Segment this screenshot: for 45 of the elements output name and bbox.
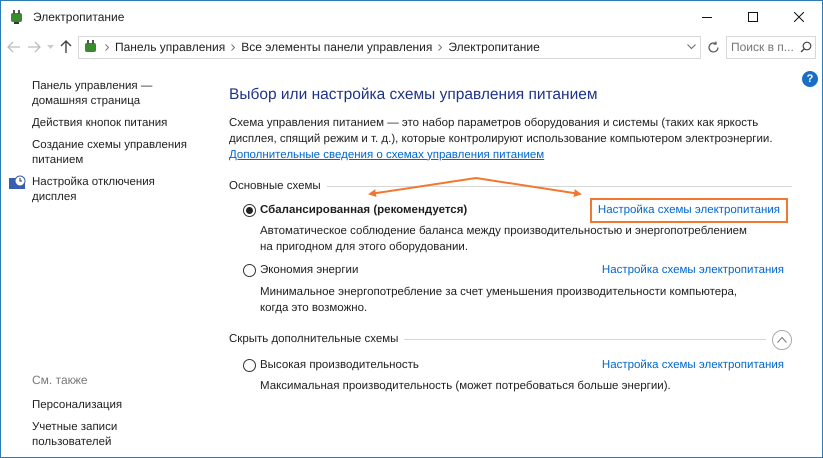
minimize-icon[interactable] (702, 16, 712, 18)
scheme-name: Экономия энергии (260, 263, 358, 278)
chevron-right-icon (105, 44, 109, 50)
sidebar-link[interactable]: Настройка отключения дисплея (32, 175, 189, 205)
search-field[interactable]: Поиск в п... (726, 36, 816, 58)
page-heading: Выбор или настройка схемы управления питанием (229, 86, 599, 105)
radio-button[interactable] (243, 264, 256, 278)
description-text: Схема управления питанием — это набор параметров оборудования и системы (таких как яркость дисплея, спящий режим и т. д.), которые контролируют использование компьютером электроэнергии. (229, 116, 774, 147)
chevron-up-icon (777, 336, 787, 343)
chevron-down-icon[interactable] (687, 44, 696, 50)
breadcrumb-item[interactable]: Все элементы панели управления (241, 38, 432, 56)
sidebar-link[interactable]: Действия кнопок питания (32, 116, 168, 131)
power-plug-icon (83, 39, 99, 55)
refresh-icon[interactable] (707, 40, 720, 54)
plan-settings-link[interactable]: Настройка схемы электропитания (602, 356, 784, 374)
sidebar-link[interactable]: Учетные записи пользователей (32, 420, 189, 450)
collapse-button[interactable] (772, 330, 792, 350)
group-heading: Основные схемы (229, 178, 321, 194)
sidebar-link[interactable]: Создание схемы управления питанием (32, 138, 189, 168)
plan-settings-link[interactable]: Настройка схемы электропитания (602, 262, 784, 280)
breadcrumb-item[interactable]: Панель управления (115, 38, 226, 56)
scheme-description: Автоматическое соблюдение баланса между производительностью и энергопотреблением на пригодном для этого оборудовании. (260, 224, 748, 256)
info-link[interactable]: Дополнительные сведения о схемах управления питанием (229, 148, 544, 161)
chevron-right-icon (438, 44, 442, 50)
monitor-clock-icon (9, 175, 27, 191)
breadcrumb-item[interactable]: Электропитание (448, 38, 540, 56)
chevron-right-icon (231, 44, 236, 50)
address-bar[interactable]: Панель управления Все элементы панели управления Электропитание (78, 36, 701, 58)
search-icon (800, 40, 812, 52)
help-button[interactable]: ? (802, 71, 818, 87)
group-heading: Скрыть дополнительные схемы (229, 332, 398, 347)
scheme-name: Сбалансированная (рекомендуется) (260, 203, 468, 218)
radio-button[interactable] (243, 358, 256, 372)
radio-button[interactable] (243, 204, 256, 218)
maximize-icon[interactable] (748, 12, 758, 22)
up-icon[interactable] (60, 40, 72, 54)
scheme-description: Минимальное энергопотребление за счет уменьшения производительности компьютера, когда это возможно. (260, 284, 738, 316)
sidebar-link[interactable]: Персонализация (32, 398, 122, 413)
power-plug-icon (9, 9, 25, 25)
window-title: Электропитание (33, 9, 126, 26)
see-also-heading: См. также (32, 372, 89, 389)
scheme-description: Максимальная производительность (может потребоваться больше энергии). (260, 378, 672, 394)
scheme-name: Высокая производительность (260, 358, 419, 373)
close-icon[interactable] (794, 12, 804, 22)
sidebar-link[interactable]: Панель управления — домашняя страница (32, 79, 189, 109)
